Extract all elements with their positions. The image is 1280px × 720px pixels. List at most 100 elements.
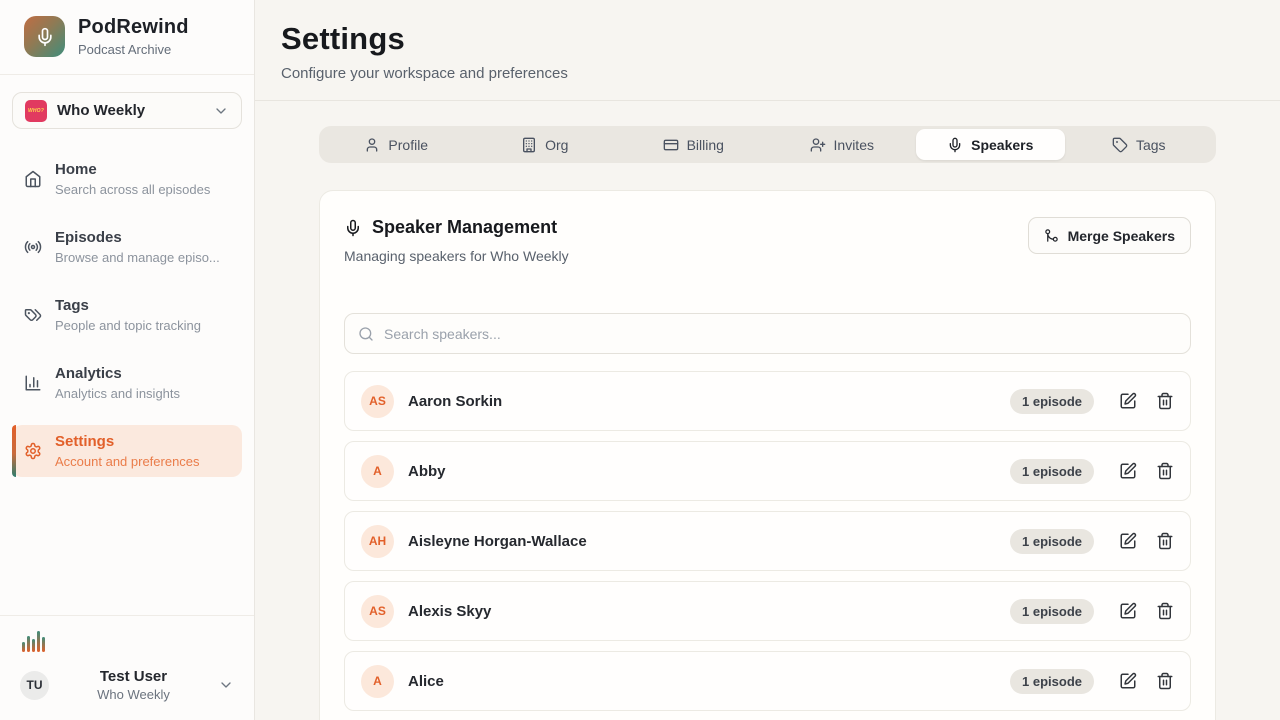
equalizer-bar	[42, 637, 45, 652]
page-subtitle: Configure your workspace and preferences	[281, 65, 1254, 82]
sidebar-item-episodes[interactable]: Episodes Browse and manage episo...	[12, 221, 242, 273]
tags-icon	[24, 306, 42, 324]
page-title: Settings	[281, 21, 1254, 57]
episode-count-badge: 1 episode	[1010, 389, 1094, 414]
user-menu[interactable]: TU Test User Who Weekly	[20, 668, 234, 702]
speaker-row: A Alice 1 episode	[344, 651, 1191, 711]
credit-card-icon	[663, 137, 679, 153]
user-icon	[364, 137, 380, 153]
chevron-down-icon	[218, 677, 234, 693]
speaker-name: Aaron Sorkin	[408, 393, 1010, 410]
credit-card-icon	[663, 137, 679, 153]
speaker-list: AS Aaron Sorkin 1 episode A Abby 1 episo…	[344, 371, 1191, 711]
user-workspace: Who Weekly	[49, 687, 218, 702]
gear-icon	[24, 442, 42, 460]
delete-speaker-button[interactable]	[1156, 602, 1174, 620]
sidebar-item-home[interactable]: Home Search across all episodes	[12, 153, 242, 205]
speaker-name: Alice	[408, 673, 1010, 690]
equalizer-bar	[37, 631, 40, 652]
tab-speakers[interactable]: Speakers	[916, 129, 1065, 160]
user-icon	[364, 137, 380, 153]
speaker-name: Abby	[408, 463, 1010, 480]
settings-tabbar: Profile Org Billing Invites Speakers Tag…	[319, 126, 1216, 163]
bar-chart-icon	[24, 374, 42, 392]
app-tagline: Podcast Archive	[78, 42, 189, 57]
tab-billing[interactable]: Billing	[619, 129, 768, 160]
speaker-search	[344, 313, 1191, 354]
trash-icon	[1156, 532, 1174, 550]
edit-pencil-icon	[1119, 462, 1137, 480]
speaker-avatar: AS	[361, 385, 394, 418]
avatar: TU	[20, 671, 49, 700]
speaker-row: AS Alexis Skyy 1 episode	[344, 581, 1191, 641]
merge-speakers-button[interactable]: Merge Speakers	[1028, 217, 1191, 254]
delete-speaker-button[interactable]	[1156, 672, 1174, 690]
speaker-row: AH Aisleyne Horgan-Wallace 1 episode	[344, 511, 1191, 571]
delete-speaker-button[interactable]	[1156, 462, 1174, 480]
mic-icon	[344, 219, 362, 237]
mic-icon	[947, 137, 963, 153]
building-icon	[521, 137, 537, 153]
brand: PodRewind Podcast Archive	[0, 0, 254, 75]
home-icon	[24, 170, 42, 188]
speaker-avatar: A	[361, 665, 394, 698]
edit-pencil-icon	[1119, 392, 1137, 410]
episode-count-badge: 1 episode	[1010, 669, 1094, 694]
trash-icon	[1156, 602, 1174, 620]
tab-tags[interactable]: Tags	[1065, 129, 1214, 160]
chevron-down-icon	[213, 103, 229, 119]
app-title: PodRewind	[78, 16, 189, 39]
merge-speakers-label: Merge Speakers	[1068, 228, 1175, 244]
edit-pencil-icon	[1119, 672, 1137, 690]
episode-count-badge: 1 episode	[1010, 459, 1094, 484]
tags-icon	[24, 306, 42, 324]
speaker-avatar: A	[361, 455, 394, 488]
search-speakers-input[interactable]	[384, 326, 1177, 342]
speaker-name: Aisleyne Horgan-Wallace	[408, 533, 1010, 550]
edit-pencil-icon	[1119, 532, 1137, 550]
page-header: Settings Configure your workspace and pr…	[255, 0, 1280, 101]
main-area: Settings Configure your workspace and pr…	[255, 0, 1280, 720]
speaker-name: Alexis Skyy	[408, 603, 1010, 620]
user-plus-icon	[810, 137, 826, 153]
bar-chart-icon	[24, 374, 42, 392]
search-icon	[358, 326, 374, 342]
equalizer-bar	[27, 636, 30, 652]
edit-speaker-button[interactable]	[1119, 672, 1137, 690]
sidebar-item-settings[interactable]: Settings Account and preferences	[12, 425, 242, 477]
delete-speaker-button[interactable]	[1156, 392, 1174, 410]
edit-speaker-button[interactable]	[1119, 532, 1137, 550]
delete-speaker-button[interactable]	[1156, 532, 1174, 550]
trash-icon	[1156, 462, 1174, 480]
sidebar-nav: Home Search across all episodes Episodes…	[0, 137, 254, 477]
sidebar-footer: TU Test User Who Weekly	[0, 615, 254, 720]
trash-icon	[1156, 672, 1174, 690]
workspace-selector[interactable]: WHO? Who Weekly	[12, 92, 242, 129]
edit-speaker-button[interactable]	[1119, 602, 1137, 620]
sidebar-item-analytics[interactable]: Analytics Analytics and insights	[12, 357, 242, 409]
tab-profile[interactable]: Profile	[322, 129, 471, 160]
edit-pencil-icon	[1119, 602, 1137, 620]
edit-speaker-button[interactable]	[1119, 392, 1137, 410]
speaker-row: AS Aaron Sorkin 1 episode	[344, 371, 1191, 431]
building-icon	[521, 137, 537, 153]
user-plus-icon	[810, 137, 826, 153]
tag-icon	[1112, 137, 1128, 153]
tab-org[interactable]: Org	[471, 129, 620, 160]
gear-icon	[24, 442, 42, 460]
speaker-row: A Abby 1 episode	[344, 441, 1191, 501]
git-merge-icon	[1044, 228, 1059, 243]
speaker-avatar: AS	[361, 595, 394, 628]
home-icon	[24, 170, 42, 188]
edit-speaker-button[interactable]	[1119, 462, 1137, 480]
app-logo-mic-icon	[24, 16, 65, 57]
workspace-art-icon: WHO?	[25, 100, 47, 122]
episode-count-badge: 1 episode	[1010, 599, 1094, 624]
workspace-selector-label: Who Weekly	[57, 102, 203, 119]
radio-icon	[24, 238, 42, 256]
trash-icon	[1156, 392, 1174, 410]
equalizer-bar	[22, 642, 25, 652]
tab-invites[interactable]: Invites	[768, 129, 917, 160]
speaker-management-card: Speaker Management Managing speakers for…	[319, 190, 1216, 720]
sidebar-item-tags[interactable]: Tags People and topic tracking	[12, 289, 242, 341]
